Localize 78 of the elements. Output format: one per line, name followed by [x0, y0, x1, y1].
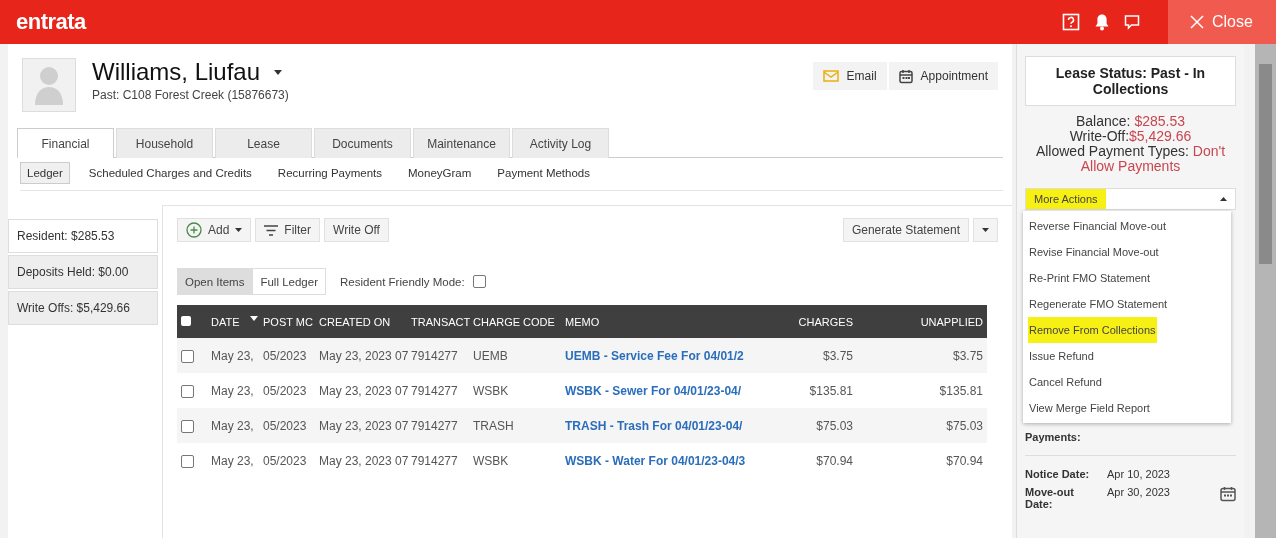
- summary-item[interactable]: Resident: $285.53: [8, 219, 158, 253]
- table-cell: TRASH: [473, 418, 514, 433]
- table-cell: 05/2023: [263, 453, 307, 468]
- table-cell: $135.81: [939, 383, 983, 398]
- field-label: Payments:: [1025, 431, 1082, 443]
- appointment-button[interactable]: Appointment: [888, 62, 998, 90]
- menu-item[interactable]: Regenerate FMO Statement: [1023, 291, 1231, 317]
- table-cell: May 23, 2023 07: [319, 418, 409, 433]
- generate-statement-button[interactable]: Generate Statement: [842, 218, 969, 242]
- sub-tab[interactable]: Payment Methods: [490, 162, 597, 184]
- toggle-button[interactable]: Full Ledger: [252, 268, 326, 295]
- email-button[interactable]: Email: [812, 62, 887, 90]
- table-cell: WSBK: [473, 383, 509, 398]
- add-button[interactable]: Add: [177, 218, 252, 242]
- summary-line: Allowed Payment Types: Don't Allow Payments: [1034, 144, 1227, 174]
- summary-item[interactable]: Write Offs: $5,429.66: [8, 291, 158, 325]
- memo-link[interactable]: TRASH - Trash For 04/01/23-04/: [565, 418, 743, 433]
- table-cell: May 23, 2023 07: [319, 383, 409, 398]
- table-cell: 7914277: [411, 348, 458, 363]
- memo-link[interactable]: WSBK - Sewer For 04/01/23-04/: [565, 383, 742, 398]
- tab[interactable]: Household: [116, 128, 213, 158]
- table-cell: $135.81: [809, 383, 853, 398]
- table-cell: $70.94: [946, 453, 983, 468]
- table-cell: $70.94: [816, 453, 853, 468]
- table-cell: 05/2023: [263, 348, 307, 363]
- table-cell: UEMB: [473, 348, 508, 363]
- tab[interactable]: Lease: [215, 128, 312, 158]
- table-cell: $75.03: [946, 418, 983, 433]
- table-cell: 7914277: [411, 453, 458, 468]
- tab[interactable]: Activity Log: [512, 128, 609, 158]
- sub-tab[interactable]: Recurring Payments: [270, 162, 390, 184]
- memo-link[interactable]: UEMB - Service Fee For 04/01/2: [565, 348, 744, 363]
- tab[interactable]: Documents: [314, 128, 411, 158]
- memo-link[interactable]: WSBK - Water For 04/01/23-04/3: [565, 453, 746, 468]
- column-header[interactable]: CHARGES: [798, 315, 853, 328]
- table-cell: 05/2023: [263, 383, 307, 398]
- menu-item[interactable]: Revise Financial Move-out: [1023, 239, 1231, 265]
- write-off-button[interactable]: Write Off: [324, 218, 389, 242]
- lease-status-label: Lease Status: Past - In Collections: [1025, 56, 1236, 106]
- tab[interactable]: Financial: [17, 128, 114, 158]
- table-cell: May 23,: [211, 383, 254, 398]
- menu-item[interactable]: Cancel Refund: [1023, 369, 1231, 395]
- checkbox-label: Resident Friendly Mode:: [340, 275, 465, 288]
- more-actions-dropdown[interactable]: More Actions: [1025, 188, 1236, 210]
- filter-button[interactable]: Filter: [255, 218, 321, 242]
- table-cell: 7914277: [411, 418, 458, 433]
- resident-name: Williams, Liufau: [92, 58, 261, 86]
- table-cell: WSBK: [473, 453, 509, 468]
- sub-tab[interactable]: Ledger: [20, 162, 70, 184]
- field-label: Move-out Date:: [1025, 486, 1075, 510]
- table-cell: May 23,: [211, 418, 254, 433]
- sub-tab[interactable]: MoneyGram: [401, 162, 479, 184]
- field-value: Apr 10, 2023: [1107, 468, 1171, 480]
- menu-item[interactable]: View Merge Field Report: [1023, 395, 1231, 421]
- table-cell: $75.03: [816, 418, 853, 433]
- table-cell: May 23, 2023 07: [319, 453, 409, 468]
- field-label: Notice Date:: [1025, 468, 1091, 480]
- table-cell: 7914277: [411, 383, 458, 398]
- summary-line: Balance: $285.53: [1075, 114, 1186, 129]
- table-cell: May 23,: [211, 348, 254, 363]
- table-cell: May 23, 2023 07: [319, 348, 409, 363]
- table-cell: $3.75: [952, 348, 983, 363]
- menu-item[interactable]: Issue Refund: [1023, 343, 1231, 369]
- field-value: Apr 30, 2023: [1107, 486, 1171, 500]
- logo: entrata: [16, 9, 88, 35]
- summary-line: Write-Off:$5,429.66: [1068, 129, 1193, 144]
- menu-item[interactable]: Reverse Financial Move-out: [1023, 213, 1231, 239]
- toggle-button[interactable]: Open Items: [177, 268, 253, 295]
- column-header[interactable]: UNAPPLIED: [920, 315, 983, 328]
- sub-tab[interactable]: Scheduled Charges and Credits: [81, 162, 259, 184]
- table-cell: 05/2023: [263, 418, 307, 433]
- tab[interactable]: Maintenance: [413, 128, 510, 158]
- menu-item[interactable]: Re-Print FMO Statement: [1023, 265, 1231, 291]
- table-cell: May 23,: [211, 453, 254, 468]
- table-cell: $3.75: [822, 348, 853, 363]
- resident-subtitle: Past: C108 Forest Creek (15876673): [92, 88, 290, 102]
- summary-item[interactable]: Deposits Held: $0.00: [8, 255, 158, 289]
- column-header[interactable]: MEMO: [565, 315, 600, 328]
